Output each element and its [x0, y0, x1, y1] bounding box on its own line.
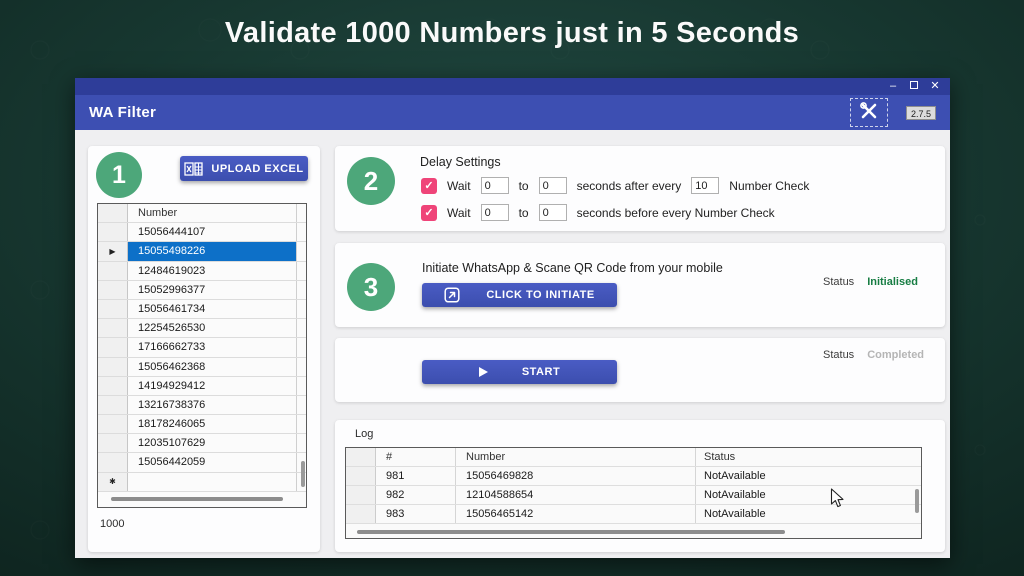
- grid-row[interactable]: 12484619023: [98, 262, 306, 281]
- log-panel: Log # Number Status 981 15056469828 NotA…: [335, 420, 945, 552]
- app-bar: WA Filter 2.7.5: [75, 95, 950, 130]
- total-count-label: 1000: [100, 518, 124, 530]
- log-row[interactable]: 983 15056465142 NotAvailable: [346, 505, 921, 524]
- grid-row[interactable]: 15056442059: [98, 453, 306, 472]
- grid-row[interactable]: 15056462368: [98, 358, 306, 377]
- status-value-initialised: Initialised: [867, 276, 918, 288]
- grid-row[interactable]: 14194929412: [98, 377, 306, 396]
- log-corner-cell: [346, 448, 376, 466]
- delay-after-row: ✓ Wait to seconds after every Number Che…: [421, 177, 811, 194]
- log-col-number[interactable]: Number: [456, 448, 696, 466]
- log-vertical-scrollbar[interactable]: [915, 489, 919, 513]
- grid-header-row: Number: [98, 204, 306, 223]
- log-horizontal-scrollbar[interactable]: [357, 530, 785, 534]
- initiate-panel: 3 Initiate WhatsApp & Scane QR Code from…: [335, 243, 945, 327]
- log-header-row: # Number Status: [346, 448, 921, 467]
- to-label: to: [519, 179, 529, 193]
- log-row[interactable]: 982 12104588654 NotAvailable: [346, 486, 921, 505]
- step1-panel: 1 UPLOAD EXCEL Number 150564441: [88, 146, 320, 552]
- log-heading: Log: [355, 428, 373, 440]
- excel-icon: [184, 162, 203, 176]
- launch-icon: [444, 287, 460, 303]
- wait-after-from-input[interactable]: [481, 177, 509, 194]
- upload-excel-button[interactable]: UPLOAD EXCEL: [180, 156, 308, 181]
- grid-row[interactable]: 15056444107: [98, 223, 306, 242]
- delay-before-row: ✓ Wait to seconds before every Number Ch…: [421, 204, 777, 221]
- grid-row[interactable]: 12254526530: [98, 319, 306, 338]
- number-check-label: Number Check: [729, 179, 809, 193]
- wait-before-from-input[interactable]: [481, 204, 509, 221]
- background: Validate 1000 Numbers just in 5 Seconds …: [0, 0, 1024, 576]
- initiate-instruction: Initiate WhatsApp & Scane QR Code from y…: [422, 261, 723, 275]
- version-badge: 2.7.5: [906, 106, 936, 120]
- wait-label: Wait: [447, 206, 471, 220]
- step1-badge: 1: [96, 152, 142, 198]
- click-to-initiate-label: CLICK TO INITIATE: [486, 289, 594, 301]
- maximize-icon: [910, 81, 918, 89]
- wait-before-to-input[interactable]: [539, 204, 567, 221]
- grid-row[interactable]: 18178246065: [98, 415, 306, 434]
- click-to-initiate-button[interactable]: CLICK TO INITIATE: [422, 283, 617, 307]
- delay-settings-panel: 2 Delay Settings ✓ Wait to seconds after…: [335, 146, 945, 231]
- status-value-completed: Completed: [867, 349, 924, 361]
- close-button[interactable]: ✕: [928, 81, 942, 92]
- maximize-button[interactable]: [907, 81, 921, 92]
- grid-row[interactable]: 15052996377: [98, 281, 306, 300]
- delay-settings-heading: Delay Settings: [420, 155, 501, 169]
- numbers-grid: Number 15056444107 ▶15055498226 12484619…: [97, 203, 307, 508]
- grid-row[interactable]: 15056461734: [98, 300, 306, 319]
- start-status: Status Completed: [823, 349, 924, 361]
- start-panel: START Status Completed: [335, 338, 945, 402]
- page-title: Validate 1000 Numbers just in 5 Seconds: [0, 17, 1024, 50]
- status-label: Status: [823, 349, 854, 361]
- log-col-status[interactable]: Status: [696, 448, 906, 466]
- row-selector-arrow-icon: ▶: [98, 242, 128, 260]
- before-suffix-label: seconds before every Number Check: [577, 206, 775, 220]
- grid-row[interactable]: 13216738376: [98, 396, 306, 415]
- app-window: – ✕ WA Filter 2.7.5: [75, 78, 950, 558]
- grid-horizontal-scrollbar[interactable]: [111, 497, 283, 501]
- new-row-icon: ✱: [98, 473, 128, 491]
- grid-row[interactable]: 12035107629: [98, 434, 306, 453]
- status-label: Status: [823, 276, 854, 288]
- window-titlebar: – ✕: [75, 78, 950, 95]
- play-icon: [479, 367, 488, 377]
- start-button[interactable]: START: [422, 360, 617, 384]
- grid-vertical-scrollbar[interactable]: [301, 461, 305, 487]
- settings-tools-button[interactable]: [850, 98, 888, 127]
- wait-before-checkbox[interactable]: ✓: [421, 205, 437, 221]
- step2-badge: 2: [347, 157, 395, 205]
- log-table: # Number Status 981 15056469828 NotAvail…: [345, 447, 922, 539]
- wait-after-checkbox[interactable]: ✓: [421, 178, 437, 194]
- after-suffix-label: seconds after every: [577, 179, 682, 193]
- grid-column-header[interactable]: Number: [128, 204, 297, 222]
- grid-new-row[interactable]: ✱: [98, 473, 306, 492]
- minimize-button[interactable]: –: [886, 81, 900, 92]
- grid-row-selected[interactable]: ▶15055498226: [98, 242, 306, 261]
- tools-icon: [859, 101, 879, 124]
- log-row[interactable]: 981 15056469828 NotAvailable: [346, 467, 921, 486]
- app-title: WA Filter: [89, 104, 156, 121]
- initiate-status: Status Initialised: [823, 276, 918, 288]
- to-label: to: [519, 206, 529, 220]
- grid-row[interactable]: 17166662733: [98, 338, 306, 357]
- upload-excel-label: UPLOAD EXCEL: [211, 163, 303, 175]
- number-check-interval-input[interactable]: [691, 177, 719, 194]
- log-col-index[interactable]: #: [376, 448, 456, 466]
- step3-badge: 3: [347, 263, 395, 311]
- wait-label: Wait: [447, 179, 471, 193]
- wait-after-to-input[interactable]: [539, 177, 567, 194]
- start-label: START: [522, 366, 560, 378]
- grid-corner-cell[interactable]: [98, 204, 128, 222]
